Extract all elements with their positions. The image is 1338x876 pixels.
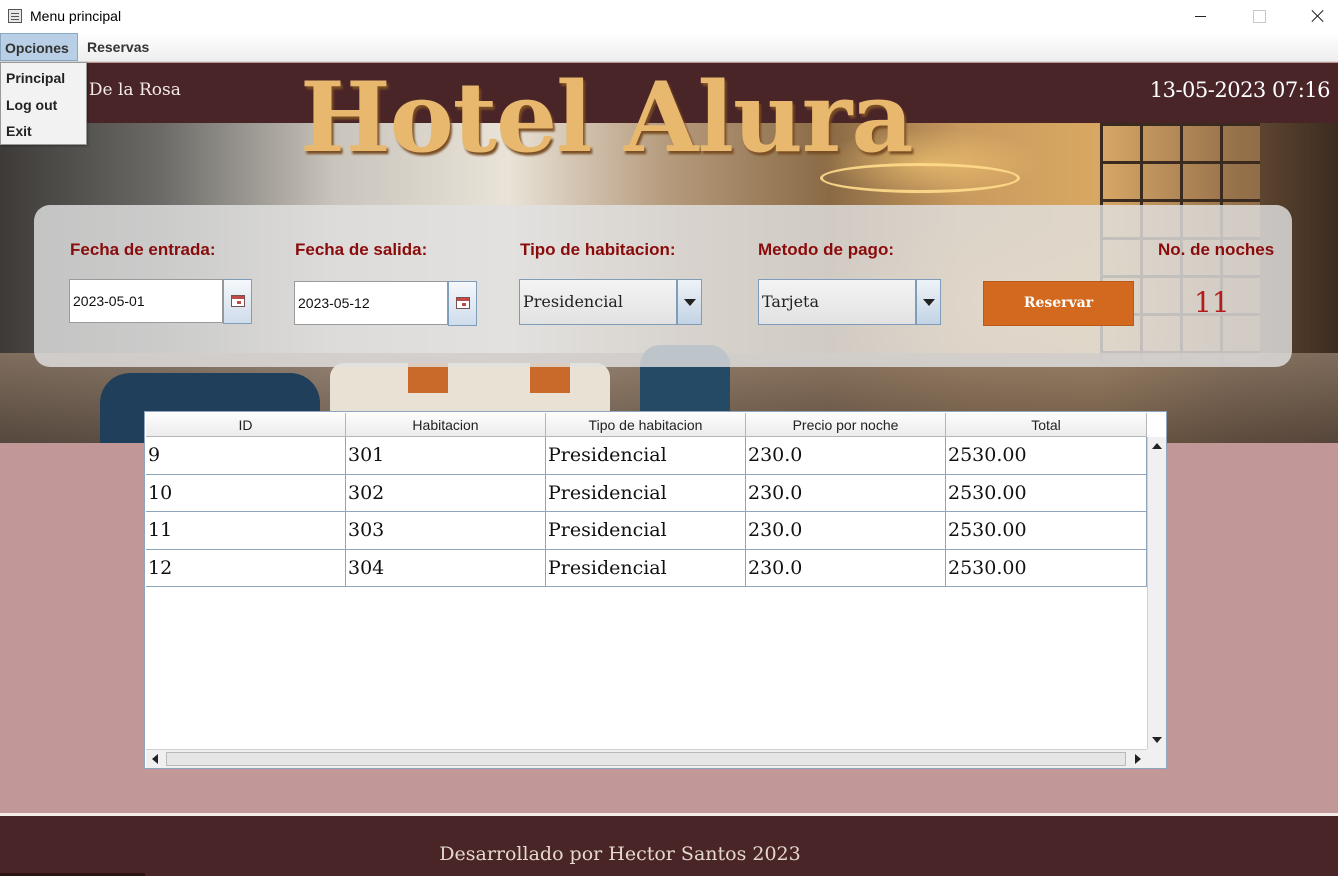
scrollbar-thumb[interactable]	[166, 752, 1126, 766]
reservations-table[interactable]: ID Habitacion Tipo de habitacion Precio …	[144, 411, 1167, 769]
table-cell[interactable]: 230.0	[746, 474, 946, 512]
fecha-entrada-input[interactable]: 2023-05-01	[69, 279, 223, 323]
table-row[interactable]: 12 304 Presidencial 230.0 2530.00	[146, 549, 1147, 587]
calendar-icon	[231, 295, 245, 307]
menu-item-exit[interactable]: Exit	[6, 123, 32, 139]
scrollbar-corner	[1147, 749, 1166, 768]
metodo-pago-select[interactable]: Tarjeta	[758, 279, 916, 325]
close-button[interactable]	[1292, 0, 1338, 33]
vertical-scrollbar[interactable]	[1147, 437, 1166, 749]
table-cell[interactable]: 230.0	[746, 437, 946, 475]
table-cell[interactable]: 2530.00	[946, 437, 1147, 475]
menu-reservas[interactable]: Reservas	[83, 33, 153, 61]
app-icon	[8, 9, 22, 23]
table-cell[interactable]: 304	[346, 549, 546, 587]
column-header-habitacion[interactable]: Habitacion	[346, 413, 546, 437]
noches-value: 11	[1194, 286, 1230, 319]
noches-label: No. de noches	[1158, 240, 1275, 259]
window-title: Menu principal	[30, 8, 122, 24]
fecha-salida-calendar-button[interactable]	[448, 281, 477, 326]
hotel-logo-title: Hotel Alura	[300, 61, 914, 174]
minimize-button[interactable]	[1178, 0, 1224, 33]
fecha-salida-label: Fecha de salida:	[295, 240, 428, 259]
column-header-precio[interactable]: Precio por noche	[746, 413, 946, 437]
table-body: 9 301 Presidencial 230.0 2530.00 10 302 …	[146, 437, 1147, 587]
menu-item-principal[interactable]: Principal	[6, 70, 65, 86]
banner-pillow	[408, 363, 448, 393]
table-cell[interactable]: 11	[146, 512, 346, 550]
table-cell[interactable]: Presidencial	[546, 437, 746, 475]
scroll-down-arrow-icon[interactable]	[1148, 731, 1166, 749]
scroll-up-arrow-icon[interactable]	[1148, 437, 1166, 455]
table-cell[interactable]: 230.0	[746, 549, 946, 587]
date-time: 13-05-2023 07:16	[1149, 78, 1331, 102]
table-cell[interactable]: 303	[346, 512, 546, 550]
table-cell[interactable]: Presidencial	[546, 474, 746, 512]
calendar-icon	[456, 297, 470, 309]
menu-opciones[interactable]: Opciones	[0, 33, 78, 61]
scroll-right-arrow-icon[interactable]	[1129, 750, 1147, 768]
footer-text: Desarrollado por Hector Santos 2023	[439, 843, 801, 865]
table-row[interactable]: 10 302 Presidencial 230.0 2530.00	[146, 474, 1147, 512]
table-header: ID Habitacion Tipo de habitacion Precio …	[146, 413, 1147, 437]
opciones-dropdown-menu: Principal Log out Exit	[0, 62, 87, 145]
metodo-pago-label: Metodo de pago:	[758, 240, 894, 259]
horizontal-scrollbar[interactable]	[146, 749, 1147, 768]
table-row[interactable]: 11 303 Presidencial 230.0 2530.00	[146, 512, 1147, 550]
table-cell[interactable]: 10	[146, 474, 346, 512]
table-cell[interactable]: Presidencial	[546, 549, 746, 587]
menu-item-logout[interactable]: Log out	[6, 97, 57, 113]
fecha-entrada-label: Fecha de entrada:	[70, 240, 216, 259]
tipo-habitacion-select[interactable]: Presidencial	[519, 279, 677, 325]
column-header-total[interactable]: Total	[946, 413, 1147, 437]
table-cell[interactable]: 2530.00	[946, 512, 1147, 550]
column-header-tipo[interactable]: Tipo de habitacion	[546, 413, 746, 437]
scroll-left-arrow-icon[interactable]	[146, 750, 164, 768]
table-cell[interactable]: 12	[146, 549, 346, 587]
window-titlebar: Menu principal	[0, 0, 1338, 33]
fecha-entrada-calendar-button[interactable]	[223, 279, 252, 324]
column-header-id[interactable]: ID	[146, 413, 346, 437]
table-row[interactable]: 9 301 Presidencial 230.0 2530.00	[146, 437, 1147, 475]
maximize-button[interactable]	[1236, 0, 1282, 33]
tipo-habitacion-label: Tipo de habitacion:	[520, 240, 676, 259]
table-cell[interactable]: 302	[346, 474, 546, 512]
table-cell[interactable]: 230.0	[746, 512, 946, 550]
chevron-down-icon[interactable]	[916, 279, 941, 325]
menu-bar: Opciones Reservas	[0, 33, 1338, 62]
table-cell[interactable]: Presidencial	[546, 512, 746, 550]
chevron-down-icon[interactable]	[677, 279, 702, 325]
banner-pillow	[530, 363, 570, 393]
table-cell[interactable]: 301	[346, 437, 546, 475]
table-cell[interactable]: 9	[146, 437, 346, 475]
table-cell[interactable]: 2530.00	[946, 549, 1147, 587]
reservar-button[interactable]: Reservar	[983, 281, 1134, 326]
table-cell[interactable]: 2530.00	[946, 474, 1147, 512]
fecha-salida-input[interactable]: 2023-05-12	[294, 281, 448, 325]
